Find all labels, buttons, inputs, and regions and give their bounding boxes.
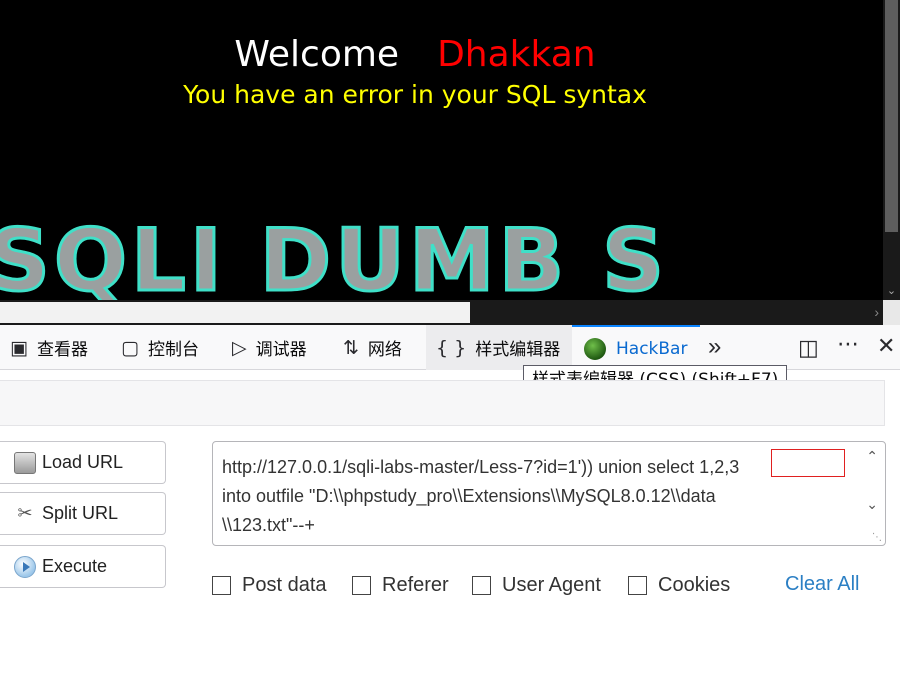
execute-button[interactable]: Execute <box>0 545 166 588</box>
play-icon <box>14 555 36 578</box>
user-agent-checkbox[interactable] <box>472 575 491 595</box>
load-url-button[interactable]: Load URL <box>0 441 166 484</box>
cookies-checkbox[interactable] <box>628 575 647 595</box>
network-icon: ⇅ <box>343 336 359 359</box>
scroll-down-arrow-icon[interactable]: ⌄ <box>883 282 900 300</box>
split-url-button[interactable]: ✂ Split URL <box>0 492 166 535</box>
more-options-icon[interactable]: ⋯ <box>837 331 859 357</box>
tab-label: 控制台 <box>147 340 199 360</box>
post-data-option[interactable]: Post data <box>212 573 327 597</box>
page-vertical-scrollbar[interactable]: ⌄ <box>883 0 900 300</box>
chevron-up-icon[interactable]: ⌃ <box>866 448 878 465</box>
cookies-label: Cookies <box>658 573 731 596</box>
scissors-icon: ✂ <box>17 502 33 523</box>
referer-checkbox[interactable] <box>352 575 371 595</box>
banner-text: SQLI DUMB S <box>0 211 668 300</box>
tab-label: 查看器 <box>36 340 88 360</box>
tab-label: 网络 <box>367 340 402 360</box>
chevron-down-icon[interactable]: ⌄ <box>866 496 878 513</box>
debugger-icon: ▷ <box>232 336 247 359</box>
username-text: Dhakkan <box>437 34 596 75</box>
sqli-dumb-banner: SQLI DUMB S <box>0 210 668 301</box>
post-data-label: Post data <box>242 573 327 596</box>
highlight-annotation-box <box>771 449 845 477</box>
hackbar-menu-strip <box>0 380 885 426</box>
referer-label: Referer <box>382 573 449 596</box>
tab-console[interactable]: ▢ 控制台 <box>121 325 199 370</box>
cookies-option[interactable]: Cookies <box>628 573 730 597</box>
execute-label: Execute <box>42 556 108 576</box>
load-url-icon <box>14 451 36 474</box>
load-url-label: Load URL <box>42 452 124 472</box>
page-horizontal-scrollbar[interactable]: › <box>0 300 883 325</box>
vertical-scroll-thumb[interactable] <box>885 0 898 232</box>
post-data-checkbox[interactable] <box>212 575 231 595</box>
welcome-heading: Welcome Dhakkan <box>0 34 830 75</box>
tab-style-editor[interactable]: { } 样式编辑器 <box>426 325 572 370</box>
scrollbar-corner <box>883 300 900 325</box>
tab-label: 调试器 <box>255 340 307 360</box>
style-editor-icon: { } <box>436 336 467 359</box>
tab-debugger[interactable]: ▷ 调试器 <box>232 325 307 370</box>
horizontal-scroll-thumb[interactable] <box>0 302 470 323</box>
clear-all-link[interactable]: Clear All <box>785 573 859 596</box>
page-viewport: Welcome Dhakkan You have an error in your… <box>0 0 900 325</box>
split-url-label: Split URL <box>42 503 119 523</box>
user-agent-label: User Agent <box>502 573 601 596</box>
scroll-right-arrow-icon[interactable]: › <box>874 304 879 320</box>
more-tabs-chevron-icon[interactable]: » <box>708 333 721 361</box>
tab-label: 样式编辑器 <box>475 340 561 360</box>
console-icon: ▢ <box>121 336 139 359</box>
tab-network[interactable]: ⇅ 网络 <box>343 325 402 370</box>
tab-inspector[interactable]: ▣ 查看器 <box>10 325 88 370</box>
hackbar-icon <box>584 337 606 360</box>
referer-option[interactable]: Referer <box>352 573 449 597</box>
close-devtools-icon[interactable]: ✕ <box>877 333 895 359</box>
tab-hackbar[interactable]: HackBar <box>572 325 700 370</box>
url-text[interactable]: http://127.0.0.1/sqli-labs-master/Less-7… <box>222 453 852 540</box>
user-agent-option[interactable]: User Agent <box>472 573 601 597</box>
dock-toggle-icon[interactable]: ◫ <box>798 335 819 361</box>
tab-label: HackBar <box>616 338 688 359</box>
resize-grip-icon[interactable]: ⋱ <box>872 532 882 543</box>
sql-error-message: You have an error in your SQL syntax <box>183 80 647 109</box>
inspector-icon: ▣ <box>10 336 28 359</box>
devtools-toolbar: ▣ 查看器 ▢ 控制台 ▷ 调试器 ⇅ 网络 { } 样式编辑器 HackBar… <box>0 325 900 370</box>
welcome-text: Welcome <box>234 34 400 75</box>
